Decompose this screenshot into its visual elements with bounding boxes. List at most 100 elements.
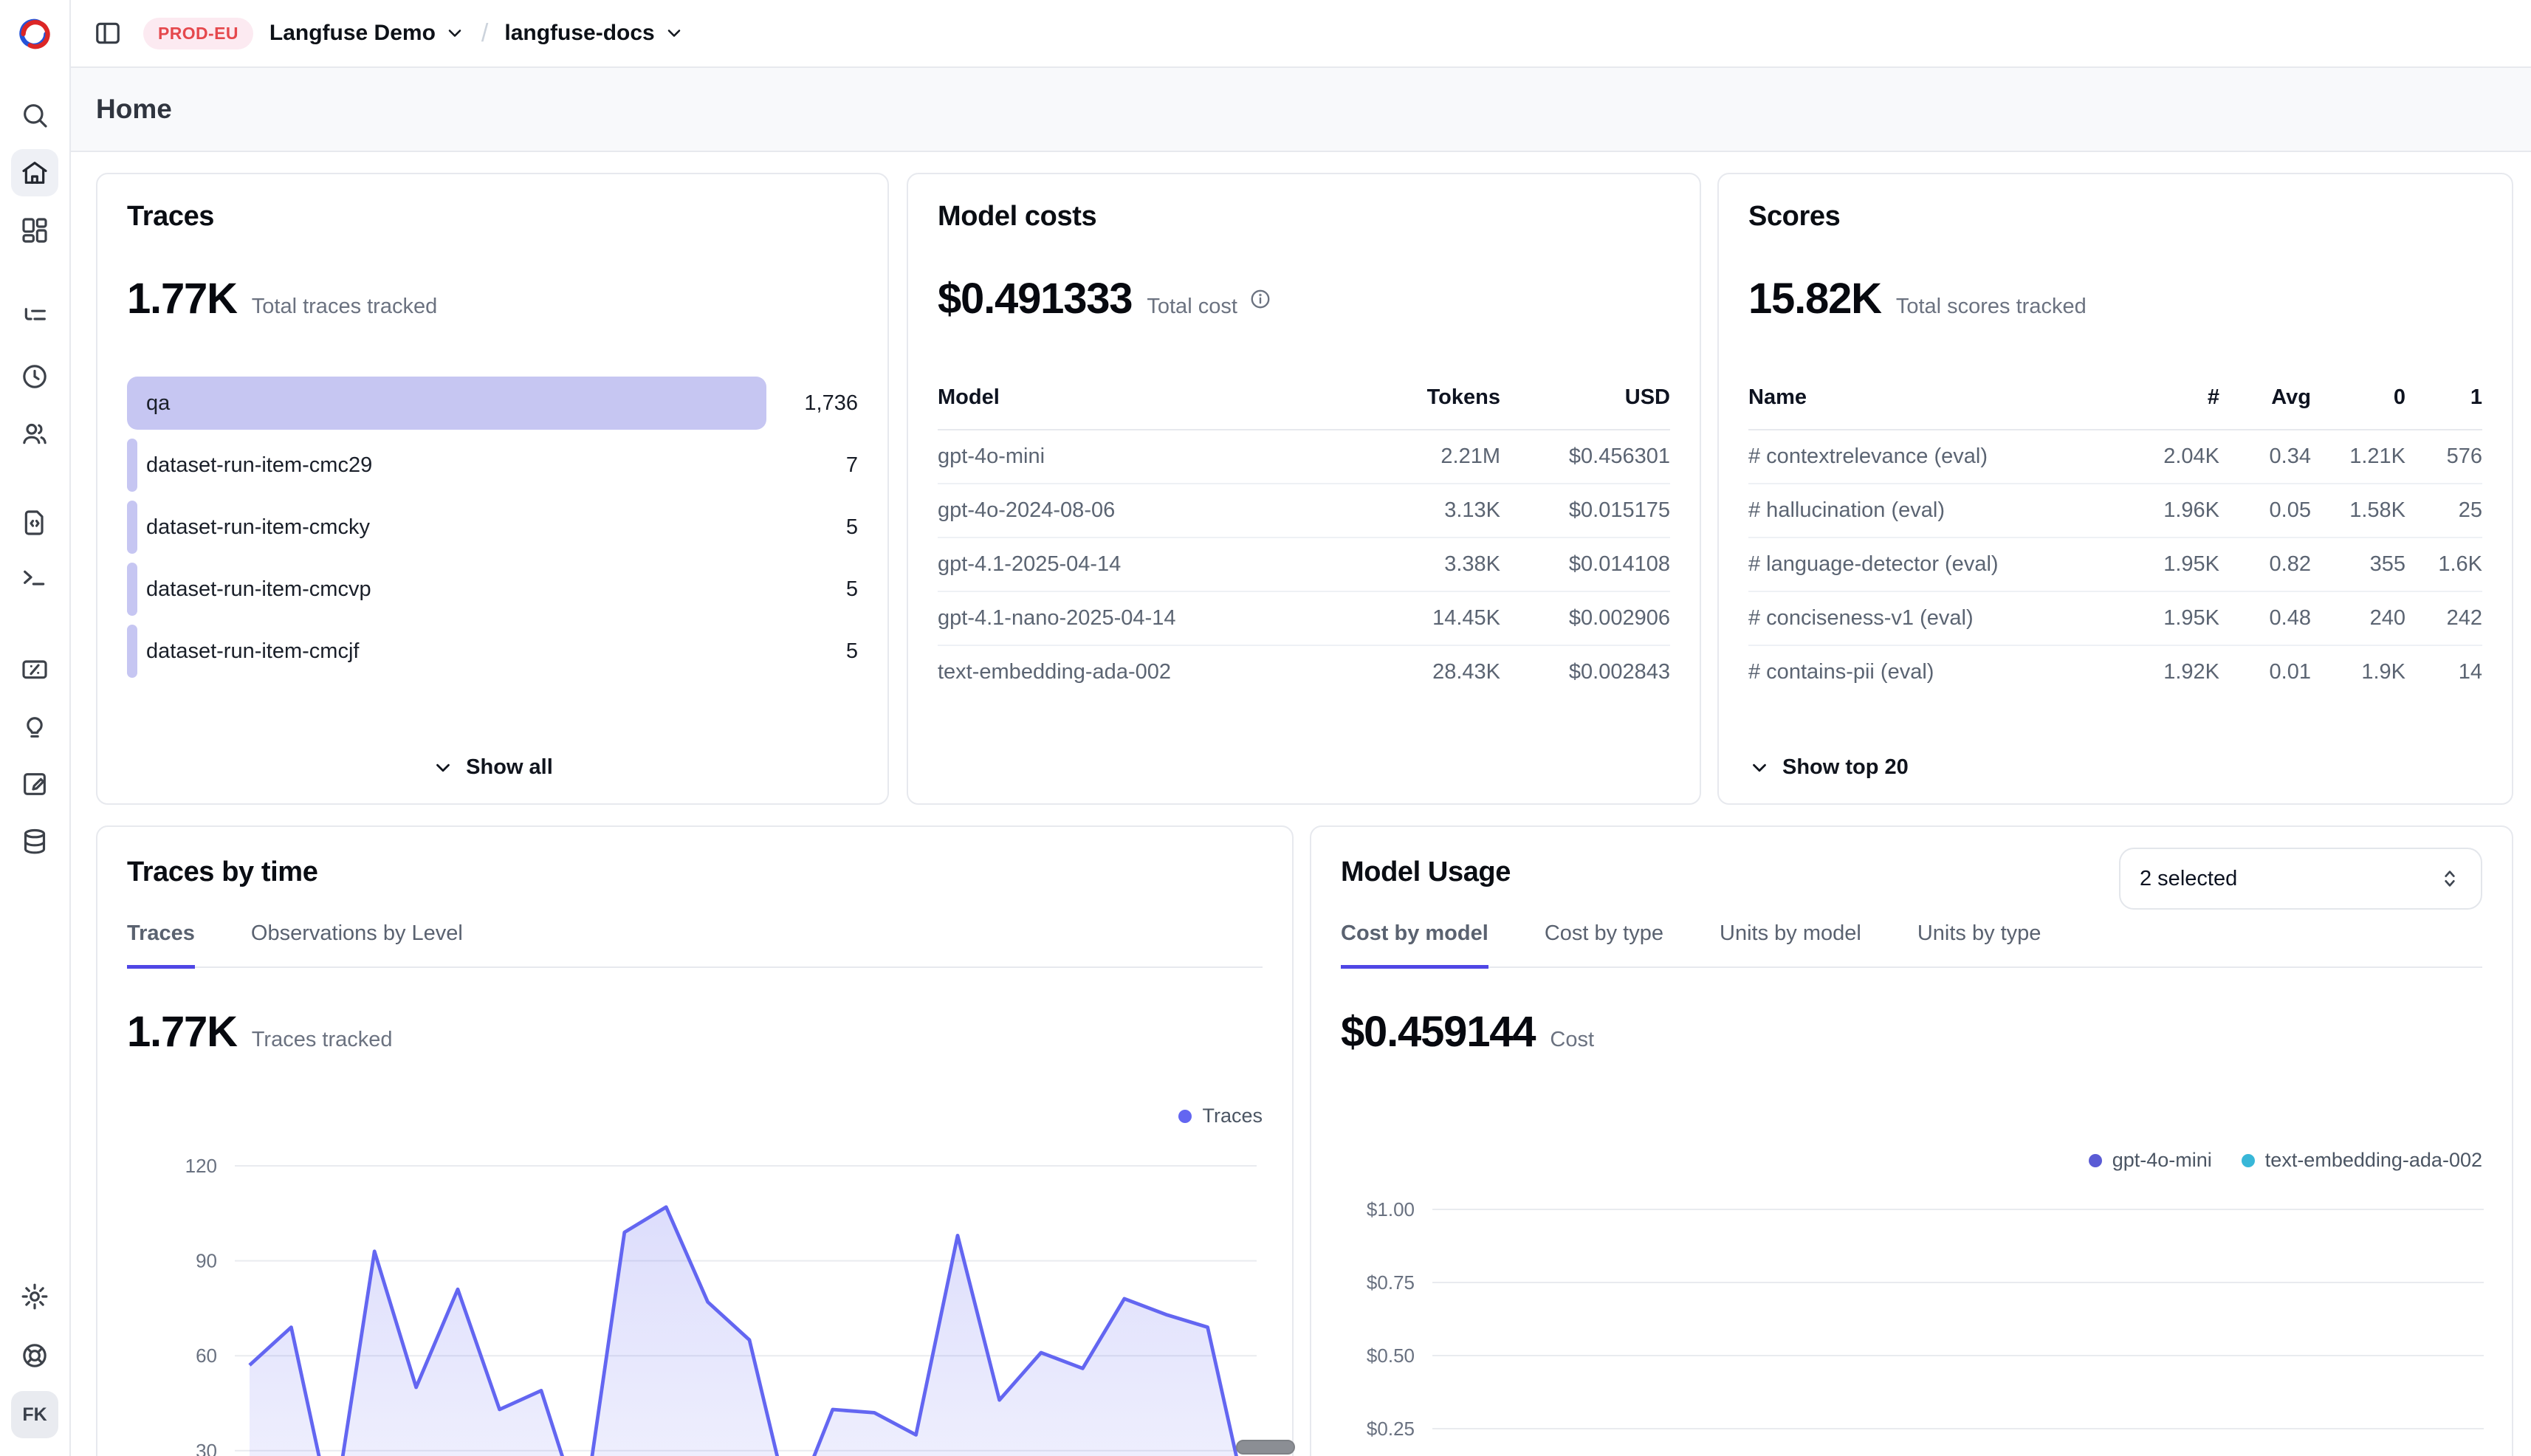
card-title: Scores xyxy=(1748,201,2482,233)
trace-list-item[interactable]: dataset-run-item-cmc297 xyxy=(127,439,858,492)
row-value: 1.92K xyxy=(2122,660,2219,684)
traces-by-time-metric: 1.77K Traces tracked xyxy=(127,1007,393,1057)
trace-list-item[interactable]: dataset-run-item-cmcky 5 xyxy=(127,501,858,554)
show-top-20-button[interactable]: Show top 20 xyxy=(1748,755,1909,780)
row-label: gpt-4o-2024-08-06 xyxy=(938,498,1360,523)
tab-units-by-model[interactable]: Units by model xyxy=(1720,921,1861,966)
sidebar-item-playground[interactable] xyxy=(11,557,58,604)
row-value: 0.82 xyxy=(2219,552,2311,577)
sidebar-item-home[interactable] xyxy=(11,149,58,196)
legend-item[interactable]: gpt-4o-mini xyxy=(2089,1149,2212,1172)
trace-count: 5 xyxy=(846,501,858,554)
trace-list-item[interactable]: qa1,736 xyxy=(127,377,858,430)
row-value: 1.58K xyxy=(2311,498,2405,523)
sidebar-item-tracing[interactable] xyxy=(11,295,58,343)
info-icon[interactable] xyxy=(1249,288,1271,310)
metric-value: 1.77K xyxy=(127,1007,237,1057)
row-label: gpt-4.1-2025-04-14 xyxy=(938,552,1360,577)
sidebar-item-prompts[interactable] xyxy=(11,499,58,546)
row-value: 1.9K xyxy=(2311,660,2405,684)
search-icon[interactable] xyxy=(11,92,58,139)
langfuse-logo[interactable] xyxy=(0,0,69,68)
sidebar-item-database[interactable] xyxy=(11,818,58,865)
scores-metric: 15.82K Total scores tracked xyxy=(1748,274,2482,323)
traces-metric: 1.77K Total traces tracked xyxy=(127,274,858,323)
sidebar-item-datasets[interactable] xyxy=(11,760,58,808)
row-value: 240 xyxy=(2311,606,2405,631)
model-costs-metric: $0.491333 Total cost xyxy=(938,274,1670,323)
table-body: # contextrelevance (eval)2.04K0.341.21K5… xyxy=(1748,430,2482,698)
sidebar-nav xyxy=(11,92,58,865)
page-title: Home xyxy=(96,94,172,125)
column-header: 1 xyxy=(2405,385,2482,410)
row-value: 242 xyxy=(2405,606,2482,631)
trace-list-item[interactable]: dataset-run-item-cmcjf5 xyxy=(127,625,858,678)
traces-by-time-tabs: Traces Observations by Level xyxy=(127,921,1263,968)
model-usage-chart[interactable]: $1.00$0.75$0.50$0.25 xyxy=(1329,1183,2493,1456)
column-header: # xyxy=(2122,385,2219,410)
prompts-file-icon xyxy=(20,508,49,538)
tab-traces[interactable]: Traces xyxy=(127,921,195,969)
model-select-dropdown[interactable]: 2 selected xyxy=(2119,848,2482,910)
user-avatar[interactable]: FK xyxy=(11,1391,58,1438)
langfuse-logo-icon xyxy=(18,18,51,50)
project-switcher[interactable]: langfuse-docs xyxy=(504,21,684,46)
tab-cost-by-type[interactable]: Cost by type xyxy=(1545,921,1663,966)
metric-label: Traces tracked xyxy=(252,1028,393,1052)
sidebar-item-dashboards[interactable] xyxy=(11,207,58,254)
support-lifebuoy-icon xyxy=(20,1341,49,1370)
metric-label: Total cost xyxy=(1147,295,1237,319)
row-value: 1.96K xyxy=(2122,498,2219,523)
scrollbar-thumb[interactable] xyxy=(1236,1440,1295,1455)
scores-card: Scores 15.82K Total scores tracked Name … xyxy=(1717,173,2513,805)
tab-units-by-type[interactable]: Units by type xyxy=(1917,921,2041,966)
row-label: # contextrelevance (eval) xyxy=(1748,444,2122,469)
y-axis-tick-label: 30 xyxy=(196,1440,217,1456)
trace-name: dataset-run-item-cmcjf xyxy=(146,625,359,678)
model-costs-table: Model Tokens USD gpt-4o-mini2.21M$0.4563… xyxy=(938,385,1670,698)
sessions-clock-icon xyxy=(20,362,49,391)
sidebar-toggle-button[interactable] xyxy=(89,14,127,52)
trace-name: dataset-run-item-cmcky xyxy=(146,501,370,554)
sidebar-footer: FK xyxy=(11,1273,58,1456)
column-header: Tokens xyxy=(1360,385,1500,410)
sidebar-item-users[interactable] xyxy=(11,411,58,458)
y-axis-tick-label: 120 xyxy=(185,1155,217,1177)
sidebar-item-insights[interactable] xyxy=(11,703,58,750)
page-header: Home xyxy=(71,68,2531,152)
y-axis-tick-label: $0.75 xyxy=(1367,1271,1415,1294)
trace-list-item[interactable]: dataset-run-item-cmcvp5 xyxy=(127,563,858,616)
column-header: Model xyxy=(938,385,1360,410)
tab-cost-by-model[interactable]: Cost by model xyxy=(1341,921,1488,969)
row-value: 3.38K xyxy=(1360,552,1500,577)
show-all-button[interactable]: Show all xyxy=(97,755,887,780)
settings-button[interactable] xyxy=(11,1273,58,1320)
chevron-down-icon xyxy=(432,757,454,779)
support-button[interactable] xyxy=(11,1332,58,1379)
sidebar-item-sessions[interactable] xyxy=(11,353,58,400)
traces-timeseries-chart[interactable]: 120906030 xyxy=(164,1139,1264,1456)
column-header: USD xyxy=(1500,385,1670,410)
legend-item[interactable]: Traces xyxy=(1178,1105,1263,1127)
row-label: text-embedding-ada-002 xyxy=(938,660,1360,684)
chevron-down-icon xyxy=(1748,757,1771,779)
sidebar-rail: FK xyxy=(0,0,71,1456)
traces-card: Traces 1.77K Total traces tracked qa1,73… xyxy=(96,173,889,805)
table-row: # contextrelevance (eval)2.04K0.341.21K5… xyxy=(1748,430,2482,484)
row-value: 25 xyxy=(2405,498,2482,523)
table-row: gpt-4o-2024-08-063.13K$0.015175 xyxy=(938,484,1670,538)
y-axis-tick-label: 60 xyxy=(196,1345,217,1367)
row-value: 3.13K xyxy=(1360,498,1500,523)
tab-observations-by-level[interactable]: Observations by Level xyxy=(251,921,463,966)
dashboards-icon xyxy=(20,216,49,245)
legend-item[interactable]: text-embedding-ada-002 xyxy=(2242,1149,2482,1172)
trace-bar xyxy=(127,625,137,678)
row-label: # contains-pii (eval) xyxy=(1748,660,2122,684)
card-title: Traces by time xyxy=(127,856,317,888)
table-body: gpt-4o-mini2.21M$0.456301gpt-4o-2024-08-… xyxy=(938,430,1670,698)
row-value: $0.015175 xyxy=(1500,498,1670,523)
scores-table: Name # Avg 0 1 # contextrelevance (eval)… xyxy=(1748,385,2482,698)
card-title: Model Usage xyxy=(1341,856,1511,888)
org-switcher[interactable]: Langfuse Demo xyxy=(269,21,465,46)
sidebar-item-evaluation[interactable] xyxy=(11,645,58,693)
